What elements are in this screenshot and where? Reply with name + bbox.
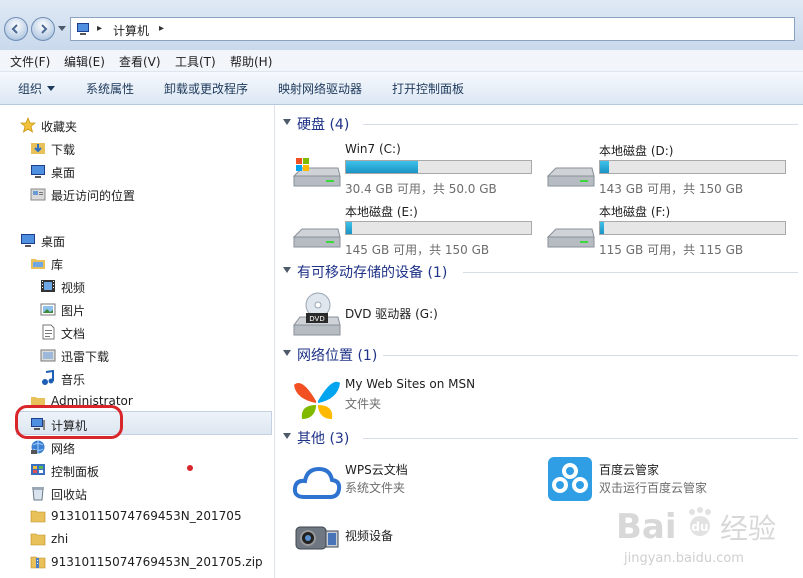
- menu-file[interactable]: 文件(F): [10, 53, 50, 70]
- command-bar: 组织 系统属性 卸载或更改程序 映射网络驱动器 打开控制面板: [0, 72, 803, 105]
- usage-fill: [346, 161, 419, 173]
- thunder-download-library-icon: [40, 349, 56, 362]
- group-divider: [463, 272, 798, 273]
- collapse-icon[interactable]: [283, 433, 291, 439]
- paw-icon: du: [689, 507, 711, 536]
- back-button[interactable]: [4, 17, 28, 41]
- uninstall-program-button[interactable]: 卸载或更改程序: [164, 80, 248, 97]
- baidu-jingyan-watermark: Bai du 经验 jingyan.baidu.com: [616, 507, 776, 566]
- recycle-bin-icon: [32, 487, 44, 501]
- watermark-paw-letters: du: [691, 520, 708, 534]
- folder-icon: [30, 533, 46, 546]
- hard-drive-icon: [546, 167, 595, 187]
- drive-c-usage-bar: [345, 160, 532, 174]
- music-library-icon: [42, 370, 54, 385]
- hard-drive-icon: [292, 228, 341, 248]
- network-icon: [31, 440, 45, 454]
- organize-button[interactable]: 组织: [18, 80, 42, 97]
- dvd-label: DVD: [309, 315, 324, 323]
- collapse-icon[interactable]: [283, 350, 291, 356]
- folder-icon: [30, 510, 46, 523]
- pictures-library-icon: [40, 303, 56, 316]
- hard-drive-icon: [546, 228, 595, 248]
- library-icon: [31, 259, 45, 269]
- recent-places-icon: [30, 188, 46, 201]
- drive-e[interactable]: 本地磁盘 (E:) 145 GB 可用，共 150 GB: [292, 203, 537, 259]
- menu-view[interactable]: 查看(V): [119, 53, 161, 70]
- documents-library-icon: [42, 324, 55, 340]
- group-header-network[interactable]: 网络位置 (1): [283, 345, 798, 365]
- navigation-pane: 收藏夹 下载 桌面 最近访问的位置 桌面 库 视频 图片 文档 迅雷下载 音乐: [0, 105, 275, 578]
- baidu-cloud-manager[interactable]: 百度云管家 双击运行百度云管家: [546, 457, 791, 505]
- msn-web-sites[interactable]: My Web Sites on MSN 文件夹: [292, 377, 537, 421]
- breadcrumb-computer[interactable]: 计算机: [113, 22, 149, 39]
- organize-dropdown-icon[interactable]: [47, 86, 55, 91]
- group-header-removable[interactable]: 有可移动存储的设备 (1): [283, 262, 798, 282]
- recent-pages-dropdown-icon[interactable]: [58, 26, 66, 31]
- desktop-icon: [21, 234, 35, 247]
- download-folder-icon: [31, 143, 45, 154]
- group-divider: [383, 355, 798, 356]
- video-library-icon: [41, 280, 55, 292]
- map-network-drive-button[interactable]: 映射网络驱动器: [278, 80, 362, 97]
- group-header-other[interactable]: 其他 (3): [283, 428, 798, 448]
- drive-f[interactable]: 本地磁盘 (F:) 115 GB 可用，共 115 GB: [546, 203, 791, 259]
- cloud-icon: [292, 466, 342, 499]
- group-divider: [363, 438, 798, 439]
- drive-e-usage-bar: [345, 221, 532, 235]
- red-dot-annotation: [187, 465, 193, 471]
- breadcrumb-separator-icon[interactable]: ▸: [159, 23, 164, 34]
- control-panel-icon: [31, 464, 45, 475]
- usage-fill: [346, 222, 352, 234]
- red-highlight-annotation: [15, 405, 123, 439]
- menu-edit[interactable]: 编辑(E): [64, 53, 105, 70]
- breadcrumb-separator-icon[interactable]: ▸: [97, 23, 102, 34]
- forward-button[interactable]: [31, 17, 55, 41]
- back-arrow-icon: [11, 24, 18, 34]
- dvd-drive-g[interactable]: DVD DVD 驱动器 (G:): [292, 292, 537, 343]
- video-device[interactable]: 视频设备: [292, 525, 537, 569]
- usage-fill: [600, 161, 610, 173]
- drive-d[interactable]: 本地磁盘 (D:) 143 GB 可用，共 150 GB: [546, 142, 791, 198]
- menu-tools[interactable]: 工具(T): [175, 53, 216, 70]
- watermark-brand: Bai: [616, 507, 677, 547]
- desktop-icon: [31, 165, 45, 178]
- menu-help[interactable]: 帮助(H): [230, 53, 272, 70]
- msn-butterfly-icon: [294, 381, 340, 419]
- collapse-icon[interactable]: [283, 267, 291, 273]
- system-drive-icon: [292, 158, 341, 187]
- collapse-icon[interactable]: [283, 119, 291, 125]
- drive-c[interactable]: Win7 (C:) 30.4 GB 可用，共 50.0 GB: [292, 142, 537, 198]
- wps-cloud-docs[interactable]: WPS云文档 系统文件夹: [292, 461, 537, 505]
- watermark-brand-cn: 经验: [720, 512, 776, 545]
- open-control-panel-button[interactable]: 打开控制面板: [392, 80, 464, 97]
- group-header-hdd[interactable]: 硬盘 (4): [283, 114, 798, 134]
- address-bar-area: ▸ 计算机 ▸: [0, 0, 803, 51]
- system-properties-button[interactable]: 系统属性: [86, 80, 134, 97]
- baidu-cloud-icon: [548, 457, 592, 501]
- menu-bar: 文件(F) 编辑(E) 查看(V) 工具(T) 帮助(H): [0, 50, 803, 72]
- zip-archive-icon: [30, 556, 46, 569]
- dvd-drive-icon: DVD: [293, 292, 341, 336]
- watermark-url: jingyan.baidu.com: [623, 551, 744, 566]
- address-input[interactable]: ▸ 计算机 ▸: [70, 17, 795, 41]
- forward-arrow-icon: [41, 24, 48, 34]
- drive-f-usage-bar: [599, 221, 786, 235]
- computer-icon: [77, 23, 89, 35]
- usage-fill: [600, 222, 604, 234]
- group-divider: [363, 124, 798, 125]
- camcorder-icon: [295, 526, 339, 550]
- star-icon: [20, 117, 36, 133]
- drive-d-usage-bar: [599, 160, 786, 174]
